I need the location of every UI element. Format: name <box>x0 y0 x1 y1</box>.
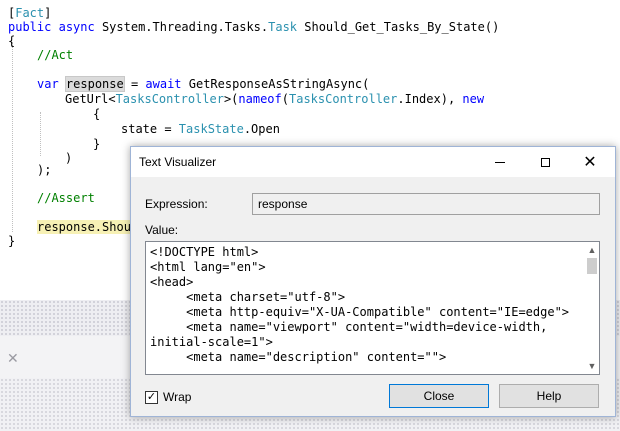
value-text[interactable]: <!DOCTYPE html> <html lang="en"> <head> … <box>150 245 580 365</box>
scrollbar-thumb[interactable] <box>587 258 597 274</box>
maximize-icon <box>540 157 550 167</box>
wrap-checkbox[interactable]: ✓ <box>145 390 158 404</box>
code-line-paren-close: ) <box>65 151 73 165</box>
code-line-get-url: GetUrl<TasksController>(nameof(TasksCont… <box>65 92 485 106</box>
close-icon: ✕ <box>583 152 597 171</box>
response-reference[interactable]: response <box>37 220 95 234</box>
dialog-title-bar[interactable]: Text Visualizer ✕ <box>131 147 615 177</box>
code-line-3: { <box>8 34 16 48</box>
code-line-2: public async System.Threading.Tasks.Task… <box>8 20 500 34</box>
minimize-button[interactable] <box>478 147 522 177</box>
code-line-var-response: var response = await GetResponseAsString… <box>37 76 370 92</box>
chevron-up-icon[interactable]: ▲ <box>586 244 598 256</box>
close-icon[interactable]: ✕ <box>7 350 19 367</box>
code-line-inner-close: } <box>93 137 101 151</box>
value-textarea[interactable]: <!DOCTYPE html> <html lang="en"> <head> … <box>145 241 600 375</box>
maximize-button[interactable] <box>523 147 567 177</box>
expression-field[interactable]: response <box>252 193 600 215</box>
wrap-option[interactable]: ✓ Wrap <box>145 390 191 404</box>
minimize-icon <box>495 161 505 163</box>
dialog-title: Text Visualizer <box>139 155 217 169</box>
code-line-act-comment: //Act <box>37 48 74 62</box>
chevron-down-icon[interactable]: ▼ <box>586 360 598 372</box>
wrap-label: Wrap <box>163 390 192 404</box>
close-button[interactable]: Close <box>389 384 489 408</box>
method-signature: Should_Get_Tasks_By_State() <box>297 20 500 34</box>
text-visualizer-dialog: Text Visualizer ✕ Expression: response V… <box>130 146 616 417</box>
code-line-assert-comment: //Assert <box>37 191 95 205</box>
value-label: Value: <box>145 223 179 237</box>
help-button[interactable]: Help <box>499 384 599 408</box>
code-line-stmt-end: ); <box>37 163 52 177</box>
checkmark-icon: ✓ <box>146 390 157 403</box>
expression-label: Expression: <box>145 197 208 211</box>
code-line-state: state = TaskState.Open <box>121 122 280 136</box>
response-variable[interactable]: response <box>64 76 125 92</box>
fact-attribute: Fact <box>15 6 45 20</box>
code-line-inner-open: { <box>93 107 101 121</box>
indent-guide <box>40 112 41 156</box>
close-window-button[interactable]: ✕ <box>568 147 612 177</box>
code-line-close-brace: } <box>8 234 16 248</box>
code-line-1: [Fact] <box>8 6 52 20</box>
code-line-assert: response.Shou <box>37 220 131 234</box>
indent-guide <box>12 42 13 232</box>
